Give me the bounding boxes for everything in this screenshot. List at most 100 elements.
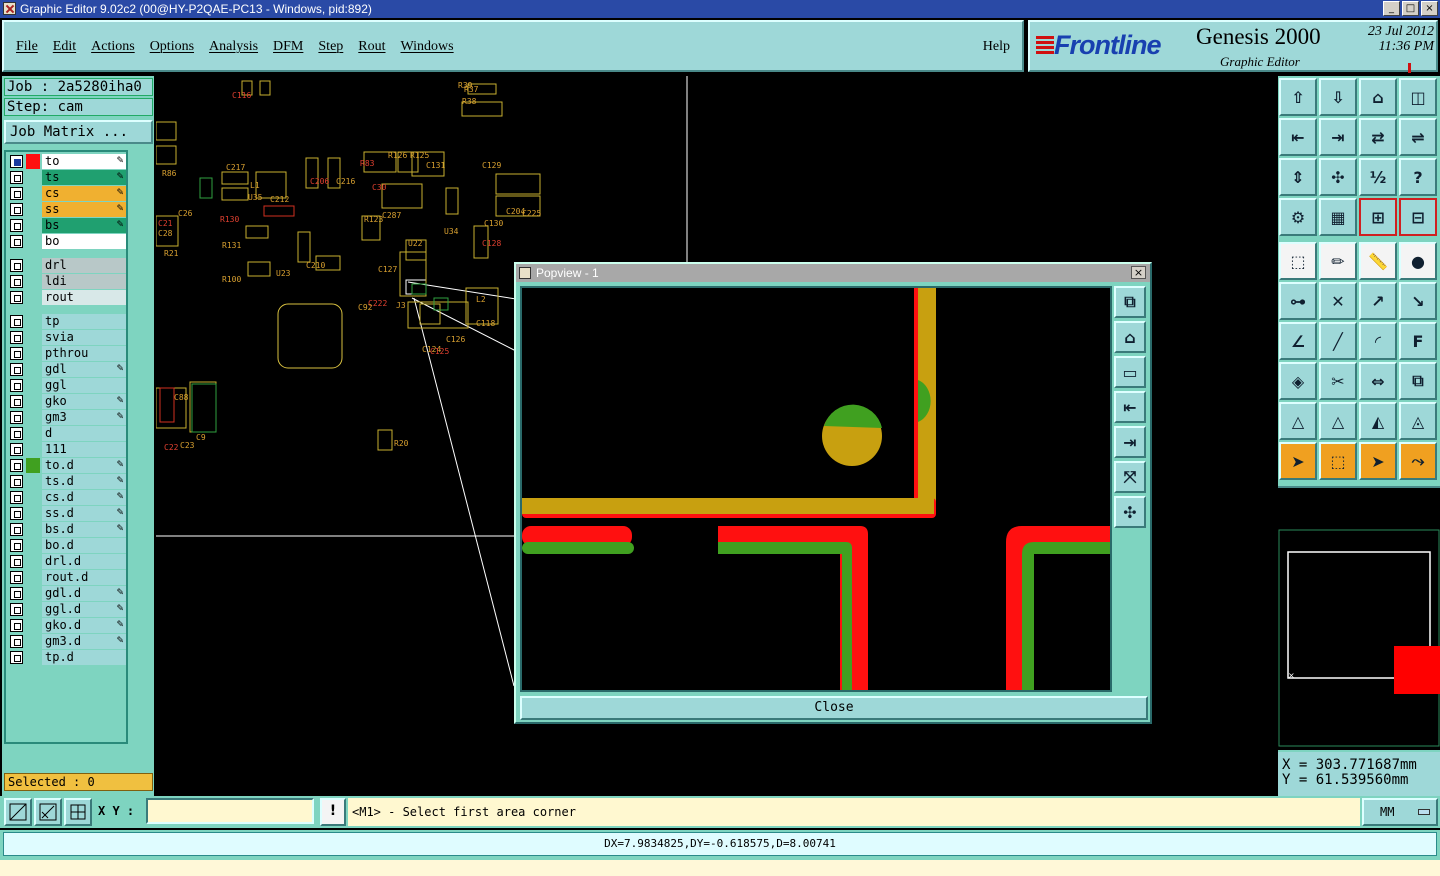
layer-row-ss[interactable]: ss ✎: [8, 202, 127, 217]
select-pointer-icon[interactable]: ➤: [1279, 442, 1317, 480]
layer-checkbox[interactable]: [10, 603, 23, 616]
angle-icon[interactable]: ∠: [1279, 322, 1317, 360]
layer-color-swatch[interactable]: [26, 474, 40, 489]
layer-name[interactable]: gm3.d: [42, 634, 126, 649]
layer-name[interactable]: ss: [42, 202, 126, 217]
layer-row-ggl-d[interactable]: ggl.d ✎: [8, 602, 127, 617]
select-pointer-alt-icon[interactable]: ➤: [1359, 442, 1397, 480]
maximize-button[interactable]: □: [1402, 1, 1419, 16]
layer-checkbox[interactable]: [10, 235, 23, 248]
layer-color-swatch[interactable]: [26, 538, 40, 553]
popview-canvas[interactable]: [520, 286, 1112, 692]
layer-name[interactable]: gm3: [42, 410, 126, 425]
layer-color-swatch[interactable]: [26, 586, 40, 601]
menu-actions[interactable]: Actions: [91, 39, 135, 55]
menu-edit[interactable]: Edit: [53, 39, 76, 55]
layer-link-icon[interactable]: ⊞: [1359, 198, 1397, 236]
layer-checkbox[interactable]: [10, 539, 23, 552]
popview-zoom-home-icon[interactable]: ⌂: [1114, 321, 1146, 353]
split-view-icon[interactable]: ◫: [1399, 78, 1437, 116]
grid-snap-icon[interactable]: [64, 798, 92, 826]
triangle-box-icon[interactable]: ◭: [1359, 402, 1397, 440]
layer-row-tp-d[interactable]: tp.d: [8, 650, 127, 665]
layer-name[interactable]: ss.d: [42, 506, 126, 521]
layer-color-swatch[interactable]: [26, 650, 40, 665]
popview-pan-left-icon[interactable]: ⇤: [1114, 391, 1146, 423]
layer-color-swatch[interactable]: [26, 554, 40, 569]
snap-angle-icon[interactable]: [34, 798, 62, 826]
layer-name[interactable]: rout: [42, 290, 126, 305]
layer-color-swatch[interactable]: [26, 458, 40, 473]
layer-name[interactable]: tp: [42, 314, 126, 329]
measure-icon[interactable]: ⇔: [1359, 362, 1397, 400]
measure-icon[interactable]: [4, 798, 32, 826]
layer-checkbox[interactable]: [10, 491, 23, 504]
popview-zoom-out-icon[interactable]: ▭: [1114, 356, 1146, 388]
layer-checkbox[interactable]: [10, 507, 23, 520]
layer-checkbox[interactable]: [10, 475, 23, 488]
menu-file[interactable]: File: [16, 39, 38, 55]
menu-rout[interactable]: Rout: [358, 39, 385, 55]
popview-pan-right-icon[interactable]: ⇥: [1114, 426, 1146, 458]
layer-row-tp[interactable]: tp: [8, 314, 127, 329]
layer-row-rout[interactable]: rout: [8, 290, 127, 305]
layer-color-swatch[interactable]: [26, 442, 40, 457]
layer-row-bs[interactable]: bs ✎: [8, 218, 127, 233]
layer-name[interactable]: cs.d: [42, 490, 126, 505]
ruler-icon[interactable]: 📏: [1359, 242, 1397, 280]
layer-checkbox[interactable]: [10, 635, 23, 648]
layer-checkbox[interactable]: [10, 571, 23, 584]
layer-color-swatch[interactable]: [26, 314, 40, 329]
popview-fit-icon[interactable]: ⤧: [1114, 461, 1146, 493]
layer-checkbox[interactable]: [10, 523, 23, 536]
layer-name[interactable]: gdl.d: [42, 586, 126, 601]
layer-name[interactable]: gdl: [42, 362, 126, 377]
layer-row-ggl[interactable]: ggl: [8, 378, 127, 393]
layer-name[interactable]: ts: [42, 170, 126, 185]
fit-all-icon[interactable]: ✣: [1319, 158, 1357, 196]
grid-icon[interactable]: ▦: [1319, 198, 1357, 236]
layer-color-swatch[interactable]: [26, 522, 40, 537]
layer-name[interactable]: bs: [42, 218, 126, 233]
menu-help[interactable]: Help: [983, 39, 1010, 55]
layer-color-swatch[interactable]: [26, 490, 40, 505]
layer-color-swatch[interactable]: [26, 570, 40, 585]
menu-options[interactable]: Options: [150, 39, 194, 55]
snap-icon[interactable]: ⇌: [1399, 118, 1437, 156]
layer-checkbox[interactable]: [10, 555, 23, 568]
layer-color-swatch[interactable]: [26, 234, 40, 249]
layer-row-ts-d[interactable]: ts.d ✎: [8, 474, 127, 489]
layer-name[interactable]: bo: [42, 234, 126, 249]
scale-1-2-icon[interactable]: ½: [1359, 158, 1397, 196]
layer-checkbox[interactable]: [10, 275, 23, 288]
layer-name[interactable]: bs.d: [42, 522, 126, 537]
route-icon[interactable]: ⤳: [1399, 442, 1437, 480]
layer-row-drl-d[interactable]: drl.d: [8, 554, 127, 569]
layer-checkbox[interactable]: [10, 291, 23, 304]
layer-color-swatch[interactable]: [26, 618, 40, 633]
delete-node-icon[interactable]: ✕: [1319, 282, 1357, 320]
layer-checkbox[interactable]: [10, 587, 23, 600]
triangle-icon[interactable]: △: [1279, 402, 1317, 440]
layer-name[interactable]: drl: [42, 258, 126, 273]
add-node-icon[interactable]: ↘: [1399, 282, 1437, 320]
layer-row-pthrou[interactable]: pthrou: [8, 346, 127, 361]
arc-icon[interactable]: ◜: [1359, 322, 1397, 360]
layer-checkbox[interactable]: [10, 651, 23, 664]
layer-row-gdl-d[interactable]: gdl.d ✎: [8, 586, 127, 601]
group-icon[interactable]: ⧉: [1399, 362, 1437, 400]
layer-color-swatch[interactable]: [26, 186, 40, 201]
popview-center-icon[interactable]: ✣: [1114, 496, 1146, 528]
pan-left-icon[interactable]: ⇤: [1279, 118, 1317, 156]
layer-name[interactable]: drl.d: [42, 554, 126, 569]
layer-checkbox[interactable]: [10, 331, 23, 344]
layer-checkbox[interactable]: [10, 347, 23, 360]
layer-name[interactable]: rout.d: [42, 570, 126, 585]
layer-row-cs[interactable]: cs ✎: [8, 186, 127, 201]
popview-title-bar[interactable]: Popview - 1: [516, 264, 1150, 282]
connect-icon[interactable]: ⊶: [1279, 282, 1317, 320]
layer-name[interactable]: cs: [42, 186, 126, 201]
layer-color-swatch[interactable]: [26, 258, 40, 273]
layer-color-swatch[interactable]: [26, 506, 40, 521]
fit-vertical-icon[interactable]: ⇕: [1279, 158, 1317, 196]
